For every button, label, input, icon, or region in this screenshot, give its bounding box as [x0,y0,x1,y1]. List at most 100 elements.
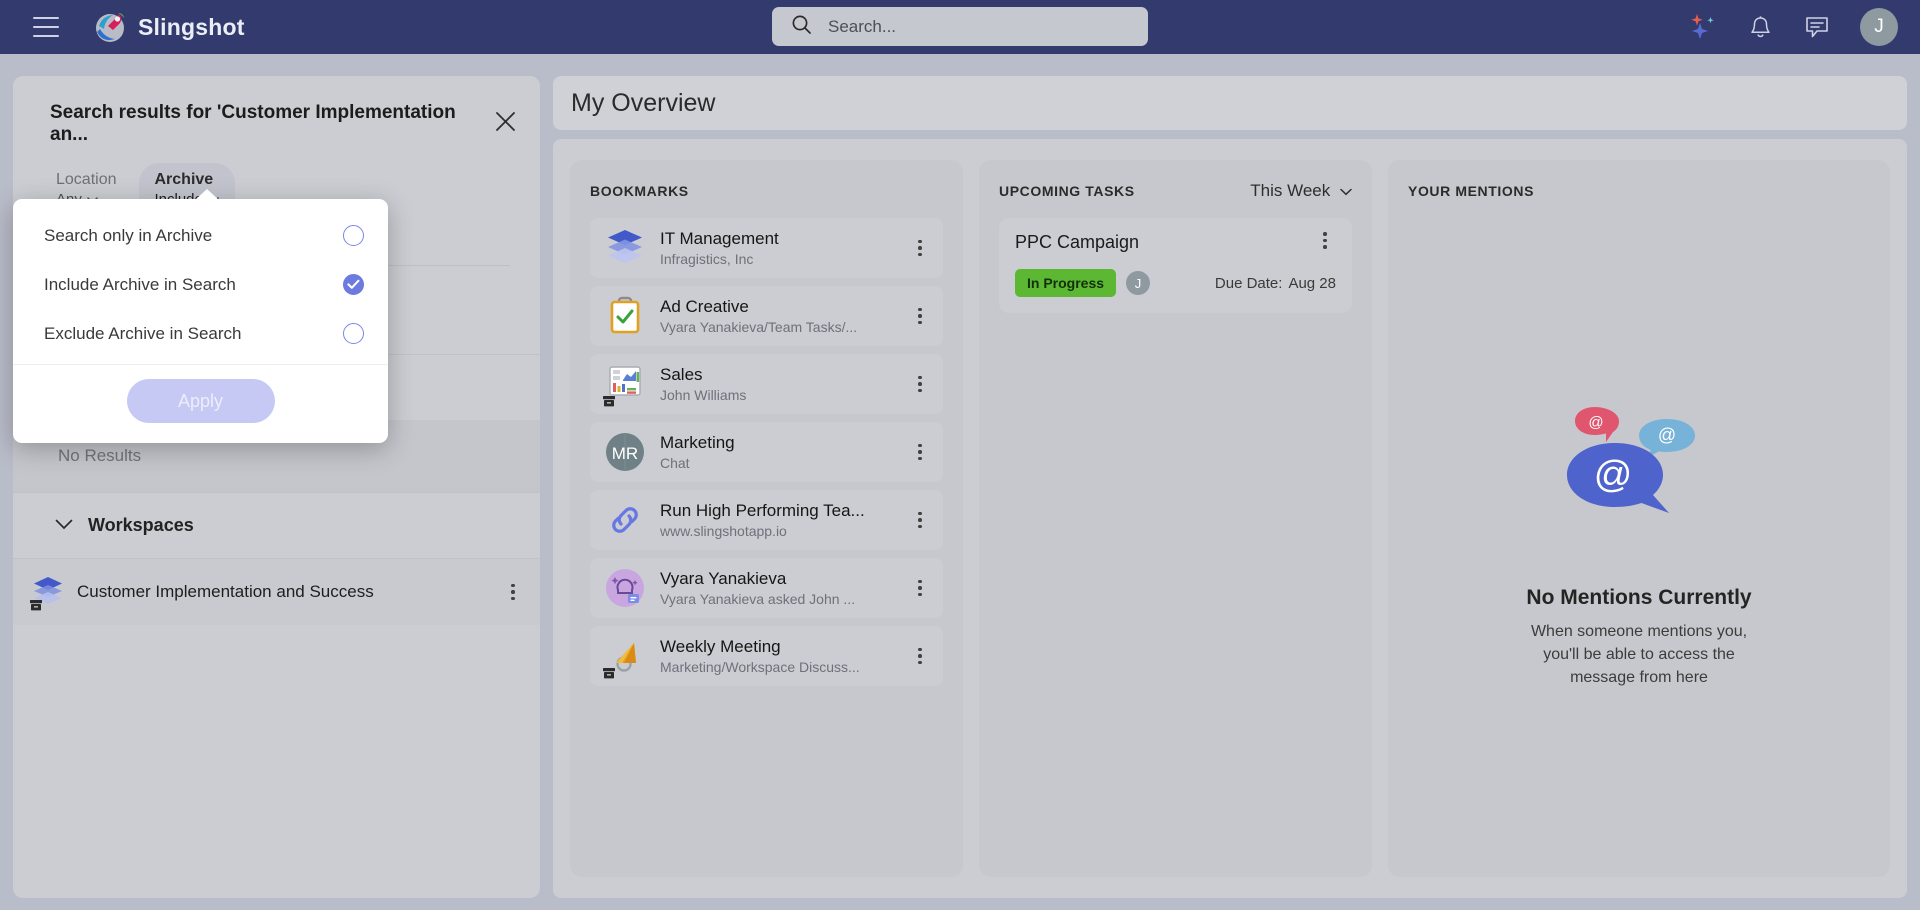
radio-unselected-icon[interactable] [343,225,364,246]
question-bubble-icon [604,567,646,609]
search-results-title: Search results for 'Customer Implementat… [50,102,456,145]
search-results-header: Search results for 'Customer Implementat… [13,76,540,146]
dashboard-chart-icon [602,363,646,408]
dropdown-arrow [195,189,219,200]
list-item-text: Run High Performing Tea... www.slingshot… [660,501,909,539]
bookmark-sub: www.slingshotapp.io [660,523,787,539]
bookmark-name: Run High Performing Tea... [660,501,865,520]
option-label: Exclude Archive in Search [44,323,242,343]
app-root: Slingshot Search... J Search results for… [0,0,1920,910]
slingshot-logo [93,10,127,44]
bookmark-name: Vyara Yanakieva [660,569,787,588]
chat-icon[interactable] [1803,14,1831,40]
mentions-empty-title: No Mentions Currently [1526,585,1752,609]
workspace-stack-icon [29,575,65,612]
bookmarks-card: BOOKMARKS IT Management Infragistics, In… [570,160,963,877]
upcoming-tasks-header: UPCOMING TASKS This Week [999,178,1352,204]
search-section-workspaces[interactable]: Workspaces [13,492,540,558]
svg-text:@: @ [1658,425,1676,445]
filter-archive-label: Archive [154,171,214,188]
svg-text:@: @ [1588,414,1603,431]
mentions-empty-state: @ @ @ No Mentions Currently When someone… [1408,204,1870,844]
task-name: PPC Campaign [1015,232,1140,252]
task-item[interactable]: PPC Campaign In Progress J Due Date: Aug … [999,218,1352,313]
archived-badge-icon [602,394,616,408]
search-result-row[interactable]: Customer Implementation and Success [13,558,540,625]
list-item[interactable]: MR Marketing Chat [590,422,943,482]
task-range-select[interactable]: This Week [1250,181,1352,201]
main-content: My Overview BOOKMARKS IT Management Infr… [553,76,1907,898]
kebab-menu-icon[interactable] [909,307,931,325]
kebab-menu-icon[interactable] [502,583,524,601]
radio-selected-icon[interactable] [343,274,364,295]
task-clipboard-icon [604,295,646,337]
filter-location-label: Location [56,171,117,188]
list-item-text: Ad Creative Vyara Yanakieva/Team Tasks/.… [660,297,909,335]
ai-sparkle-icon[interactable] [1688,12,1718,42]
search-placeholder: Search... [828,16,897,36]
list-item-text: Sales John Williams [660,365,909,403]
task-due-date: Due Date: Aug 28 [1214,274,1336,292]
bookmark-name: IT Management [660,229,779,248]
mentions-empty-subtitle: When someone mentions you, you'll be abl… [1530,622,1748,687]
svg-text:@: @ [1594,454,1633,496]
page-title: My Overview [571,88,716,117]
option-include-archive-in-search[interactable]: Include Archive in Search [13,260,388,309]
list-item[interactable]: Weekly Meeting Marketing/Workspace Discu… [590,626,943,686]
user-avatar[interactable]: J [1860,8,1898,46]
bookmark-name: Sales [660,365,703,384]
brand: Slingshot [93,10,245,44]
search-input[interactable]: Search... [772,7,1148,46]
option-exclude-archive-in-search[interactable]: Exclude Archive in Search [13,309,388,358]
megaphone-icon [602,635,646,680]
bookmarks-title: BOOKMARKS [590,183,689,199]
search-icon [791,14,812,40]
list-item[interactable]: IT Management Infragistics, Inc [590,218,943,278]
bookmark-sub: Vyara Yanakieva asked John ... [660,591,856,607]
list-item[interactable]: Ad Creative Vyara Yanakieva/Team Tasks/.… [590,286,943,346]
upcoming-tasks-title: UPCOMING TASKS [999,183,1135,199]
bookmarks-list: IT Management Infragistics, Inc Ad Creat… [590,218,943,686]
brand-name: Slingshot [138,13,245,40]
workspace-stack-icon [604,227,646,269]
kebab-menu-icon[interactable] [1314,232,1336,249]
upcoming-tasks-card: UPCOMING TASKS This Week PPC Campaign In… [979,160,1372,877]
list-item[interactable]: Vyara Yanakieva Vyara Yanakieva asked Jo… [590,558,943,618]
bookmark-name: Marketing [660,433,735,452]
option-search-only-in-archive[interactable]: Search only in Archive [13,211,388,260]
task-top-row: PPC Campaign [1015,232,1336,253]
apply-button[interactable]: Apply [126,379,275,423]
archived-badge-icon [602,666,616,680]
bookmark-sub: Vyara Yanakieva/Team Tasks/... [660,319,858,335]
bookmark-sub: Marketing/Workspace Discuss... [660,659,860,675]
radio-unselected-icon[interactable] [343,323,364,344]
kebab-menu-icon[interactable] [909,511,931,529]
archived-badge-icon [29,598,43,612]
search-section-title: Workspaces [88,515,194,535]
hamburger-icon[interactable] [33,17,59,37]
kebab-menu-icon[interactable] [909,239,931,257]
option-label: Search only in Archive [44,225,213,245]
archive-options: Search only in Archive Include Archive i… [13,199,388,364]
mentions-card: YOUR MENTIONS @ @ @ No Mentions Currentl… [1388,160,1890,877]
status-badge: In Progress [1015,269,1117,297]
bookmark-sub: John Williams [660,387,747,403]
top-navigation-bar: Slingshot Search... J [0,0,1920,54]
kebab-menu-icon[interactable] [909,375,931,393]
top-bar-actions: J [1688,0,1898,54]
bookmark-name: Ad Creative [660,297,749,316]
kebab-menu-icon[interactable] [909,443,931,461]
list-item[interactable]: Run High Performing Tea... www.slingshot… [590,490,943,550]
svg-text:MR: MR [612,444,638,463]
list-item[interactable]: Sales John Williams [590,354,943,414]
close-icon[interactable] [493,109,518,139]
bookmark-sub: Chat [660,455,690,471]
kebab-menu-icon[interactable] [909,579,931,597]
kebab-menu-icon[interactable] [909,647,931,665]
bell-icon[interactable] [1747,14,1774,41]
overview-cards: BOOKMARKS IT Management Infragistics, In… [553,139,1907,898]
page-title-bar: My Overview [553,76,1907,130]
bookmarks-header: BOOKMARKS [590,178,943,204]
dropdown-footer: Apply [13,364,388,443]
link-icon [604,499,646,541]
